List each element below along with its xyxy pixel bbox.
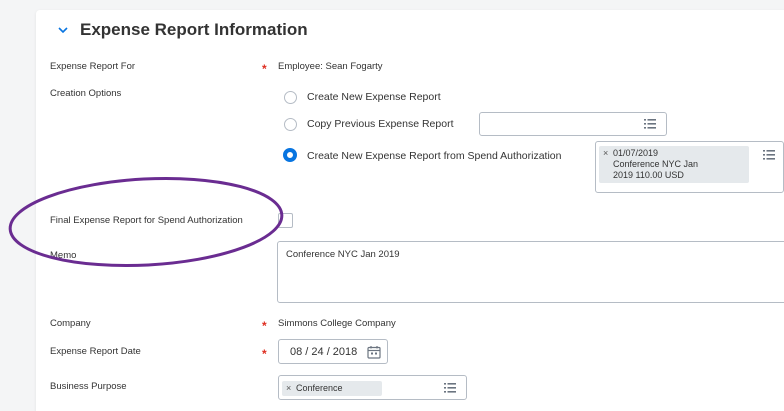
section-header[interactable]: Expense Report Information [56,20,308,40]
company-value: Simmons College Company [278,318,396,329]
close-icon[interactable]: × [286,383,291,394]
radio-copy-previous-label[interactable]: Copy Previous Expense Report [307,118,454,130]
radio-create-new-label[interactable]: Create New Expense Report [307,91,441,103]
business-purpose-label: Business Purpose [50,381,127,392]
spend-authorization-pill[interactable]: × 01/07/2019 Conference NYC Jan 2019 110… [599,146,749,183]
expense-report-date-value: 08 / 24 / 2018 [290,346,358,358]
chevron-down-icon[interactable] [56,23,70,37]
final-expense-report-label: Final Expense Report for Spend Authoriza… [50,215,243,226]
creation-options-label: Creation Options [50,88,122,99]
list-icon[interactable] [763,150,775,160]
business-purpose-value: Conference [296,383,343,393]
required-marker: * [262,319,267,333]
radio-from-spend-authorization[interactable] [283,148,297,162]
memo-label: Memo [50,250,77,261]
expense-report-date-input[interactable]: 08 / 24 / 2018 [278,339,388,364]
expense-report-for-value: Employee: Sean Fogarty [278,61,383,72]
business-purpose-prompt[interactable]: × Conference [278,375,467,400]
pill-line-3: 2019 110.00 USD [613,170,684,180]
section-title: Expense Report Information [80,20,308,39]
final-expense-report-checkbox[interactable] [278,213,293,228]
radio-copy-previous[interactable] [284,118,297,131]
close-icon[interactable]: × [603,148,608,159]
pill-line-1: 01/07/2019 [613,148,659,158]
required-marker: * [262,347,267,361]
memo-field[interactable]: Conference NYC Jan 2019 [277,241,784,303]
form-card [36,10,784,411]
expense-report-date-label: Expense Report Date [50,346,141,357]
radio-create-new[interactable] [284,91,297,104]
required-marker: * [262,62,267,76]
spend-authorization-prompt[interactable]: × 01/07/2019 Conference NYC Jan 2019 110… [595,141,784,193]
business-purpose-pill[interactable]: × Conference [282,381,382,396]
calendar-icon[interactable] [367,345,381,359]
radio-from-spend-authorization-label[interactable]: Create New Expense Report from Spend Aut… [307,150,561,162]
pill-line-2: Conference NYC Jan [613,159,699,169]
list-icon[interactable] [444,383,456,393]
company-label: Company [50,318,91,329]
list-icon[interactable] [644,119,656,129]
copy-previous-prompt[interactable] [479,112,667,136]
expense-report-for-label: Expense Report For [50,61,136,72]
